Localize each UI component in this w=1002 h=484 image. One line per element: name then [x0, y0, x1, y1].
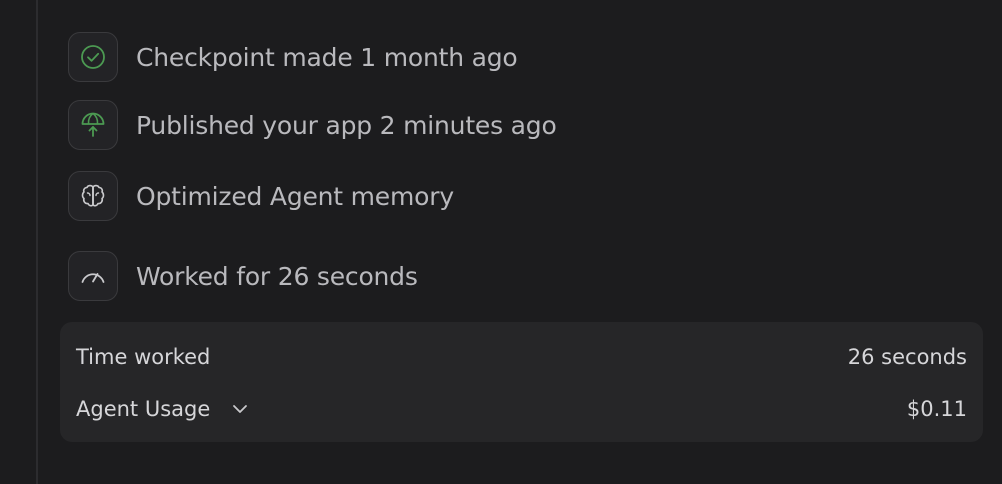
event-label: Checkpoint made 1 month ago [136, 42, 518, 72]
agent-activity-panel: Checkpoint made 1 month ago Published yo… [0, 0, 1002, 484]
event-checkpoint[interactable]: Checkpoint made 1 month ago [68, 31, 518, 83]
publish-globe-icon [68, 100, 118, 150]
agent-usage-row: Agent Usage $0.11 [76, 392, 967, 426]
speedometer-icon [68, 251, 118, 301]
event-label: Published your app 2 minutes ago [136, 110, 557, 140]
chevron-down-icon[interactable] [230, 399, 250, 419]
event-label: Optimized Agent memory [136, 181, 454, 211]
checkpoint-check-icon [68, 32, 118, 82]
event-published[interactable]: Published your app 2 minutes ago [68, 99, 557, 151]
timeline-line [36, 0, 38, 484]
time-worked-row: Time worked 26 seconds [76, 340, 967, 374]
time-worked-value: 26 seconds [847, 345, 967, 369]
time-worked-label: Time worked [76, 345, 211, 369]
brain-icon [68, 171, 118, 221]
event-worked[interactable]: Worked for 26 seconds [68, 250, 418, 302]
agent-usage-toggle[interactable]: Agent Usage [76, 397, 250, 421]
agent-usage-label: Agent Usage [76, 397, 211, 421]
event-memory[interactable]: Optimized Agent memory [68, 170, 454, 222]
event-label: Worked for 26 seconds [136, 261, 418, 291]
agent-usage-value: $0.11 [906, 397, 967, 421]
usage-summary-panel: Time worked 26 seconds Agent Usage $0.11 [60, 322, 983, 442]
